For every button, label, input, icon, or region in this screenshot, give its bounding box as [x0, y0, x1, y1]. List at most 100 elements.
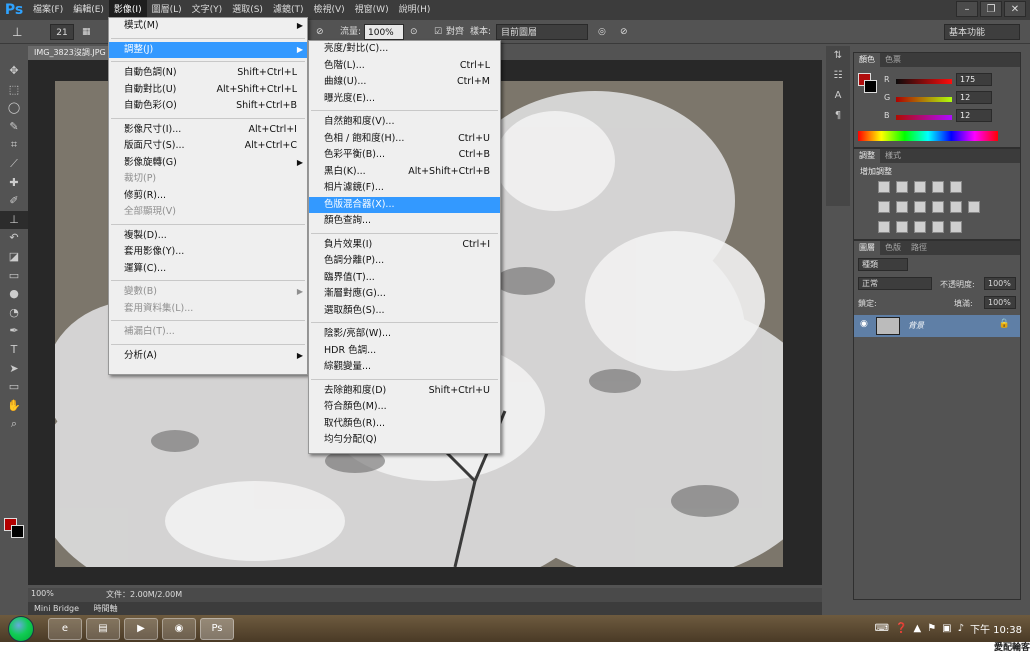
r-input[interactable]: 175	[956, 73, 992, 86]
adjust-menu-item[interactable]: 去除飽和度(D) Shift+Ctrl+U	[309, 383, 500, 400]
healing-brush-tool-icon[interactable]: ✚	[0, 174, 28, 193]
shape-tool-icon[interactable]: ▭	[0, 378, 28, 397]
selective-color-icon[interactable]	[950, 221, 962, 233]
gradient-tool-icon[interactable]: ▭	[0, 267, 28, 286]
taskbar-browser-icon[interactable]: ◉	[162, 618, 196, 640]
image-menu-item[interactable]: 影像旋轉(G) ▶	[109, 155, 307, 172]
layer-kind-filter[interactable]: 種類	[858, 258, 908, 271]
workspace-select[interactable]: 基本功能	[944, 24, 1020, 40]
flow-input[interactable]: 100%	[364, 24, 404, 40]
blend-mode-select[interactable]: 正常	[858, 277, 932, 290]
menu-view[interactable]: 檢視(V)	[308, 0, 349, 20]
brush-size-picker[interactable]: 21	[50, 24, 74, 40]
tab-mini-bridge[interactable]: Mini Bridge	[28, 602, 85, 615]
tab-swatches[interactable]: 色票	[880, 53, 906, 67]
tab-styles[interactable]: 樣式	[880, 149, 906, 163]
layer-name[interactable]: 背景	[908, 320, 924, 331]
adjust-menu-item[interactable]: 陰影/亮部(W)...	[309, 326, 500, 343]
taskbar-explorer-icon[interactable]: ▤	[86, 618, 120, 640]
tab-timeline[interactable]: 時間軸	[88, 602, 124, 615]
image-menu-item[interactable]: 自動對比(U) Alt+Shift+Ctrl+L	[109, 82, 307, 99]
lasso-tool-icon[interactable]: ◯	[0, 99, 28, 118]
tab-paths[interactable]: 路徑	[906, 241, 932, 255]
airbrush-pressure-icon[interactable]: ⊘	[316, 24, 324, 40]
invert-icon[interactable]	[878, 221, 890, 233]
clock[interactable]: 下午 10:38	[970, 621, 1022, 636]
crop-tool-icon[interactable]: ⌗	[0, 136, 28, 155]
tab-adjustments[interactable]: 調整	[854, 149, 880, 163]
posterize-icon[interactable]	[896, 221, 908, 233]
type-tool-icon[interactable]: T	[0, 341, 28, 360]
history-icon[interactable]: ⇅	[826, 46, 850, 66]
image-menu-item[interactable]: 調整(J) ▶	[109, 41, 307, 58]
image-menu-item[interactable]: 修剪(R)...	[109, 188, 307, 205]
clone-stamp-tool-icon[interactable]: ⊥	[12, 24, 22, 40]
pressure-size-icon[interactable]: ⊘	[620, 24, 628, 40]
r-slider[interactable]	[896, 79, 952, 84]
color-spectrum[interactable]	[858, 131, 998, 141]
pen-tool-icon[interactable]: ✒	[0, 322, 28, 341]
adjust-menu-item[interactable]: 相片濾鏡(F)...	[309, 180, 500, 197]
image-menu-item[interactable]: 影像尺寸(I)... Alt+Ctrl+I	[109, 122, 307, 139]
adjust-menu-item[interactable]: 色彩平衡(B)... Ctrl+B	[309, 147, 500, 164]
tab-channels[interactable]: 色版	[880, 241, 906, 255]
image-menu-item[interactable]: 分析(A) ▶	[109, 348, 307, 365]
eraser-tool-icon[interactable]: ◪	[0, 248, 28, 267]
character-icon[interactable]: A	[826, 86, 850, 106]
adjust-menu-item[interactable]: 色調分離(P)...	[309, 253, 500, 270]
image-menu-item[interactable]: 自動色彩(O) Shift+Ctrl+B	[109, 98, 307, 115]
g-input[interactable]: 12	[956, 91, 992, 104]
taskbar-media-icon[interactable]: ▶	[124, 618, 158, 640]
adjust-menu-item[interactable]: 取代顏色(R)...	[309, 416, 500, 433]
adjust-menu-item[interactable]: 負片效果(I) Ctrl+I	[309, 237, 500, 254]
adjust-menu-item[interactable]: 綜觀變量...	[309, 359, 500, 376]
adjust-menu-item[interactable]: 亮度/對比(C)...	[309, 41, 500, 58]
move-tool-icon[interactable]: ✥	[0, 62, 28, 81]
adjust-menu-item[interactable]: HDR 色調...	[309, 343, 500, 360]
menu-file[interactable]: 檔案(F)	[28, 0, 68, 20]
gradient-map-icon[interactable]	[932, 221, 944, 233]
brightness-icon[interactable]	[878, 181, 890, 193]
layer-row-background[interactable]: ◉ 背景 🔒	[854, 315, 1020, 337]
adjust-menu-item[interactable]: 色階(L)... Ctrl+L	[309, 58, 500, 75]
threshold-icon[interactable]	[914, 221, 926, 233]
network-icon[interactable]: ▣	[942, 623, 951, 634]
black-white-icon[interactable]	[914, 201, 926, 213]
airbrush-icon[interactable]: ⊙	[410, 24, 418, 40]
menu-help[interactable]: 說明(H)	[394, 0, 436, 20]
tray-expand-icon[interactable]: ▲	[913, 623, 921, 634]
levels-icon[interactable]	[896, 181, 908, 193]
b-input[interactable]: 12	[956, 109, 992, 122]
menu-window[interactable]: 視窗(W)	[350, 0, 394, 20]
menu-edit[interactable]: 編輯(E)	[68, 0, 109, 20]
channel-mixer-icon[interactable]	[950, 201, 962, 213]
adjust-menu-item[interactable]: 曲線(U)... Ctrl+M	[309, 74, 500, 91]
exposure-icon[interactable]	[932, 181, 944, 193]
tab-color[interactable]: 顏色	[854, 53, 880, 67]
zoom-tool-icon[interactable]: ⌕	[0, 415, 28, 434]
adjust-menu-item[interactable]: 顏色查詢...	[309, 213, 500, 230]
volume-icon[interactable]: ♪	[958, 623, 964, 634]
brush-tool-icon[interactable]: ✐	[0, 192, 28, 211]
marquee-tool-icon[interactable]: ⬚	[0, 81, 28, 100]
adjust-menu-item[interactable]: 色相 / 飽和度(H)... Ctrl+U	[309, 131, 500, 148]
curves-icon[interactable]	[914, 181, 926, 193]
paragraph-icon[interactable]: ¶	[826, 106, 850, 126]
adjust-menu-item[interactable]: 黑白(K)... Alt+Shift+Ctrl+B	[309, 164, 500, 181]
fill-input[interactable]: 100%	[984, 296, 1016, 309]
sample-select[interactable]: 目前圖層	[496, 24, 588, 40]
history-brush-tool-icon[interactable]: ↶	[0, 229, 28, 248]
color-lookup-icon[interactable]	[968, 201, 980, 213]
quick-select-tool-icon[interactable]: ✎	[0, 118, 28, 137]
aligned-checkbox[interactable]: ☑	[434, 24, 442, 40]
minimize-button[interactable]: –	[956, 1, 978, 17]
clone-stamp-tool-icon[interactable]: ⊥	[0, 210, 28, 230]
path-select-tool-icon[interactable]: ➤	[0, 360, 28, 379]
adjust-menu-item[interactable]: 自然飽和度(V)...	[309, 114, 500, 131]
taskbar-ie-icon[interactable]: e	[48, 618, 82, 640]
dodge-tool-icon[interactable]: ◔	[0, 304, 28, 323]
keyboard-icon[interactable]: ⌨	[875, 623, 889, 634]
document-size[interactable]: 文件：2.00M/2.00M	[106, 589, 182, 600]
adjust-menu-item[interactable]: 均勻分配(Q)	[309, 432, 500, 449]
image-menu-item[interactable]: 運算(C)...	[109, 261, 307, 278]
